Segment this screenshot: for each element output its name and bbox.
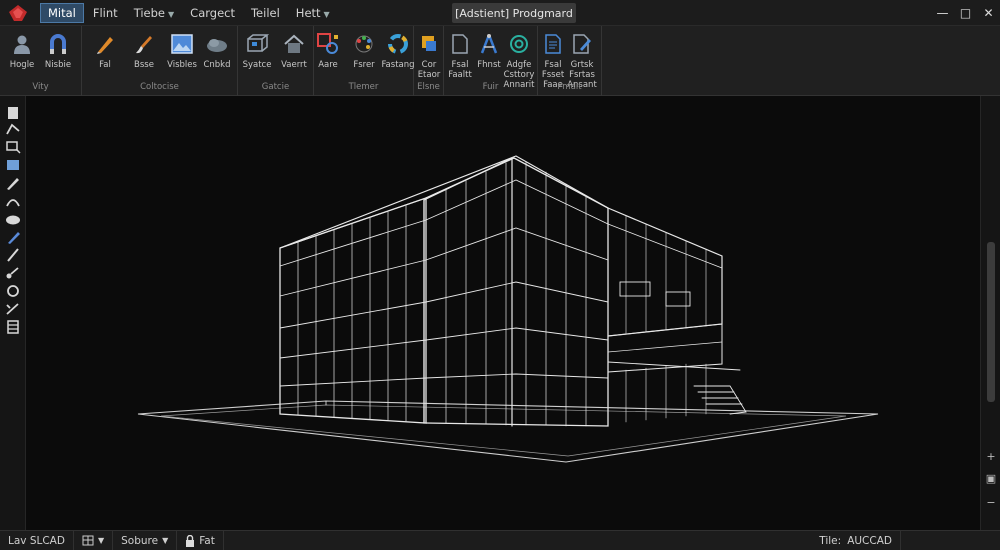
zoom-out-icon[interactable]: − [985, 496, 997, 509]
title-bar: Mital Flint Tiebe ▼ Cargect Teilel Hett ▼ … [0, 0, 1000, 26]
brush-tool-icon[interactable] [5, 230, 21, 244]
person-icon [9, 32, 35, 56]
bsse-button[interactable]: Bsse [126, 32, 162, 70]
menu-item-mital[interactable]: Mital [40, 3, 84, 23]
point-tool-icon[interactable] [5, 266, 21, 280]
table-tool-icon[interactable] [5, 320, 21, 334]
compass-icon [476, 32, 502, 56]
close-button[interactable]: ✕ [977, 0, 1000, 26]
circle-tool-icon[interactable] [5, 284, 21, 298]
layout-selector[interactable]: ▼ [74, 530, 114, 550]
ribbon-panel-fmdit: Fsal Fsset Faae Grtsk Fsrtas Ansant Fmdi… [538, 26, 602, 96]
aare-button[interactable]: Aare [310, 32, 346, 70]
brush-icon [131, 32, 157, 56]
building-wireframe-model [137, 155, 879, 463]
edit-sheet-icon [569, 32, 595, 56]
pencil-icon [92, 32, 118, 56]
app-logo-icon[interactable] [8, 4, 28, 22]
scrollbar-thumb[interactable] [987, 242, 995, 402]
fsrer-button[interactable]: Fsrer [346, 32, 382, 70]
hatch-tool-icon[interactable] [5, 158, 21, 172]
ribbon-panel-vity: Hogle Nisbie Vity [0, 26, 82, 96]
window-controls: — □ ✕ [931, 0, 1000, 26]
shapes-icon [315, 32, 341, 56]
menu-item-cargect[interactable]: Cargect [183, 3, 242, 23]
title-readout: Tile: AUCCAD [819, 535, 892, 547]
pen-tool-icon[interactable] [5, 176, 21, 190]
visbles-button[interactable]: Visbles [164, 32, 200, 70]
model-tab[interactable]: Lav SLCAD [0, 530, 74, 550]
ribbon-panel-tlemer: Aare Fsrer Fastang Tlemer [314, 26, 415, 96]
ribbon: Hogle Nisbie Vity Fal Bsse Visbles Cnbkd… [0, 26, 1000, 96]
select-tool-icon[interactable] [5, 106, 21, 120]
maximize-button[interactable]: □ [954, 0, 977, 26]
sheet-icon [540, 32, 566, 56]
image-icon [169, 32, 195, 56]
nisbie-button[interactable]: Nisbie [40, 32, 76, 70]
vaerrt-button[interactable]: Vaerrt [276, 32, 312, 70]
menu-item-hett[interactable]: Hett ▼ [289, 3, 337, 23]
cnbkd-button[interactable]: Cnbkd [199, 32, 235, 70]
status-right: Tile: AUCCAD [811, 531, 1000, 550]
vertical-scrollbar[interactable]: + ▣ − [980, 96, 1000, 530]
zoom-in-icon[interactable]: + [985, 450, 997, 463]
polyline-tool-icon[interactable] [5, 122, 21, 136]
color-wheel-icon [385, 32, 411, 56]
cloud-icon [204, 32, 230, 56]
syatce-button[interactable]: Syatce [239, 32, 275, 70]
minimize-button[interactable]: — [931, 0, 954, 26]
cube-icon [244, 32, 270, 56]
chevron-down-icon: ▼ [323, 10, 330, 19]
chevron-down-icon: ▼ [168, 10, 175, 19]
line-tool-icon[interactable] [5, 248, 21, 262]
ribbon-panel-gatcie: Syatce Vaerrt Gatcie [238, 26, 314, 96]
fill-icon [416, 32, 442, 56]
house-icon [281, 32, 307, 56]
menu-item-tiebe[interactable]: Tiebe ▼ [127, 3, 181, 23]
menu-item-teilel[interactable]: Teilel [244, 3, 287, 23]
drawing-viewport[interactable] [26, 96, 980, 530]
menu-bar: Mital Flint Tiebe ▼ Cargect Teilel Hett ▼ [40, 3, 337, 23]
chevron-down-icon: ▼ [97, 535, 105, 545]
ribbon-panel-coltocise: Fal Bsse Visbles Cnbkd Coltocise [82, 26, 238, 96]
window-title: [Adstient] Prodgmard [452, 3, 576, 23]
lock-toggle[interactable]: Fat [177, 530, 224, 550]
chevron-down-icon: ▼ [162, 535, 169, 545]
scale-selector[interactable]: Sobure ▼ [113, 530, 178, 550]
cloud-tool-icon[interactable] [5, 212, 21, 226]
magnet-icon [45, 32, 71, 56]
target-icon [506, 32, 532, 56]
ribbon-panel-fuir: Fsal Faaltt Fhnst Adgfe Csttory Annarit … [444, 26, 538, 96]
document-icon [447, 32, 473, 56]
hogle-button[interactable]: Hogle [4, 32, 40, 70]
palette-icon [351, 32, 377, 56]
lock-icon [186, 534, 195, 547]
ribbon-panel-elsne: Cor Etaor Elsne [414, 26, 444, 96]
viewcube-icon[interactable]: ▣ [985, 472, 997, 485]
rectangle-tool-icon[interactable] [5, 140, 21, 154]
grid-icon [82, 535, 94, 546]
dimension-tool-icon[interactable] [5, 302, 21, 316]
status-bar: Lav SLCAD ▼ Sobure ▼ Fat Tile: AUCCAD [0, 530, 1000, 550]
arc-tool-icon[interactable] [5, 194, 21, 208]
status-empty-field[interactable] [900, 531, 1000, 550]
menu-item-flint[interactable]: Flint [86, 3, 125, 23]
fal-button[interactable]: Fal [87, 32, 123, 70]
left-toolbar [0, 96, 26, 530]
